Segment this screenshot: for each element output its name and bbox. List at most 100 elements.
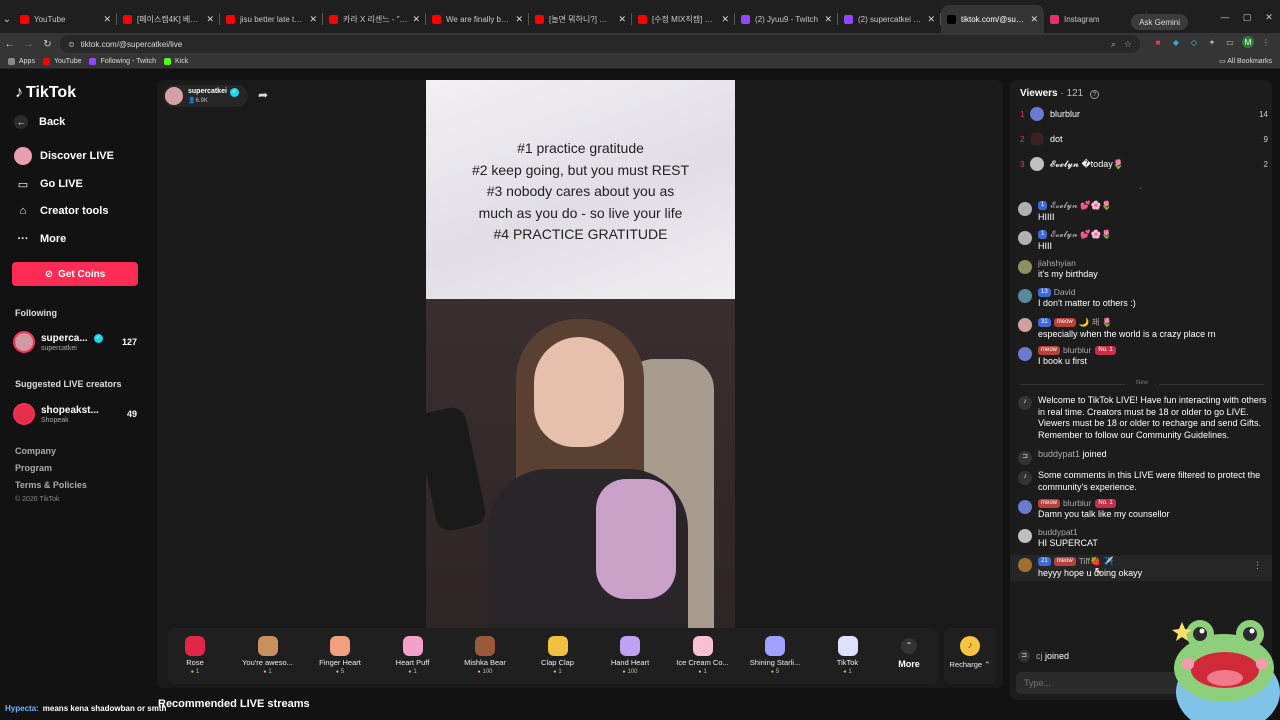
- chat-message[interactable]: 1 𝓔𝓿𝓮𝓵𝔂𝓷 💕🌸🌷 HIII: [1018, 229, 1270, 253]
- profile-avatar[interactable]: M: [1242, 36, 1254, 48]
- chat-username[interactable]: jiahshyian: [1038, 258, 1076, 268]
- chat-username[interactable]: 𝓔𝓿𝓮𝓵𝔂𝓷 💕🌸🌷: [1050, 200, 1111, 211]
- following-account[interactable]: superca... ✓ supercatkei 127: [13, 331, 137, 353]
- chat-message[interactable]: 21 meow Tiff🍓 ✈️ heyyy hope u doing okayy: [1018, 556, 1270, 580]
- footer-link-program[interactable]: Program: [15, 463, 52, 473]
- close-tab-icon[interactable]: ✕: [618, 14, 626, 25]
- browser-tab[interactable]: [페이스캠4K] 베이비몬 ✕: [117, 5, 220, 33]
- chat-message-body: meow blurblur No. 1 I book u first: [1038, 345, 1270, 368]
- bookmark-item[interactable]: Kick: [164, 58, 188, 65]
- gift-item[interactable]: TikTok 1: [813, 628, 883, 684]
- gift-icon: [475, 636, 495, 656]
- browser-tab[interactable]: jisu better late than sin ✕: [220, 5, 323, 33]
- share-icon[interactable]: ➦: [258, 88, 268, 102]
- browser-tab[interactable]: We are finally back in k ✕: [426, 5, 529, 33]
- tiktok-logo[interactable]: ♪ TikTok: [15, 84, 76, 102]
- live-video[interactable]: #1 practice gratitude #2 keep going, but …: [426, 80, 735, 628]
- forward-arrow-icon[interactable]: →: [19, 39, 38, 50]
- footer-link-company[interactable]: Company: [15, 446, 56, 456]
- top-viewer-row[interactable]: 2 dot 9: [1020, 131, 1268, 147]
- chat-input[interactable]: [1016, 672, 1190, 694]
- reload-icon[interactable]: ↻: [38, 39, 57, 50]
- help-icon[interactable]: ?: [1089, 90, 1099, 99]
- gift-item[interactable]: Shining Starli... 5: [740, 628, 810, 684]
- gift-item[interactable]: Mishka Bear 100: [450, 628, 520, 684]
- menu-dots-icon[interactable]: ⋮: [1260, 36, 1272, 48]
- chat-message[interactable]: jiahshyian it's my birthday: [1018, 258, 1270, 281]
- viewer-name: blurblur: [1050, 109, 1081, 119]
- close-tab-icon[interactable]: ✕: [824, 14, 832, 25]
- host-info[interactable]: supercatkei ✓ 👤6.9K: [163, 85, 248, 107]
- gift-item[interactable]: Clap Clap 1: [523, 628, 593, 684]
- maximize-icon[interactable]: ▢: [1236, 12, 1258, 23]
- bookmark-item[interactable]: Following - Twitch: [89, 58, 156, 65]
- chat-username[interactable]: blurblur: [1063, 345, 1091, 355]
- chat-message[interactable]: meow blurblur No. 1 Damn you talk like my c…: [1018, 498, 1270, 521]
- close-tab-icon[interactable]: ✕: [721, 14, 729, 25]
- nav-go-live[interactable]: ▭ Go LIVE: [14, 175, 83, 193]
- gift-item[interactable]: Finger Heart 5: [305, 628, 375, 684]
- zoom-icon[interactable]: ⌕: [1111, 39, 1116, 50]
- close-tab-icon[interactable]: ✕: [1030, 14, 1038, 25]
- avatar: [1018, 529, 1032, 543]
- gift-item[interactable]: Rose 1: [160, 628, 230, 684]
- chat-message[interactable]: buddypat1 HI SUPERCAT: [1018, 527, 1270, 550]
- close-tab-icon[interactable]: ✕: [927, 14, 935, 25]
- top-viewer-row[interactable]: 1 blurblur 14: [1020, 106, 1268, 122]
- gift-item[interactable]: You're aweso... 1: [233, 628, 303, 684]
- recharge-button[interactable]: ♪ Recharge ⌃: [944, 628, 996, 684]
- browser-tab[interactable]: [수정 MIX직캠] RESCEN ✕: [632, 5, 735, 33]
- back-arrow-icon[interactable]: ←: [0, 39, 19, 50]
- message-more-icon[interactable]: ⋮: [1253, 560, 1262, 571]
- close-tab-icon[interactable]: ✕: [412, 14, 420, 25]
- nav-more[interactable]: ··· More: [14, 230, 67, 248]
- close-tab-icon[interactable]: ✕: [515, 14, 523, 25]
- chevron-down-icon[interactable]: ⌄: [1138, 184, 1143, 191]
- close-window-icon[interactable]: ✕: [1258, 12, 1280, 23]
- top-viewer-row[interactable]: 3 𝓔𝓿𝓮𝓵𝔂𝓷 �today🌷 2: [1020, 156, 1268, 172]
- ask-gemini-button[interactable]: Ask Gemini: [1131, 14, 1188, 30]
- browser-tab[interactable]: [놀면 뭐하니?] 옛썬쳐 ✕: [529, 5, 632, 33]
- chat-message[interactable]: 13 David I don't matter to others :): [1018, 287, 1270, 310]
- gift-item[interactable]: Ice Cream Co... 1: [668, 628, 738, 684]
- site-info-icon[interactable]: ⊜: [68, 40, 75, 49]
- close-tab-icon[interactable]: ✕: [103, 14, 111, 25]
- all-bookmarks-button[interactable]: ▭ All Bookmarks: [1219, 57, 1272, 65]
- footer-link-terms[interactable]: Terms & Policies: [15, 480, 87, 490]
- extension-icon[interactable]: ■: [1152, 36, 1164, 48]
- browser-tab[interactable]: 카라 X 리센느 - "Pretty ✕: [323, 5, 426, 33]
- puzzle-icon[interactable]: ✦: [1206, 36, 1218, 48]
- browser-tab[interactable]: YouTube ✕: [14, 5, 117, 33]
- chat-message[interactable]: 31 meow 🌙 쵀 🌷 especially when the world is …: [1018, 316, 1270, 341]
- chat-username[interactable]: blurblur: [1063, 498, 1091, 508]
- close-tab-icon[interactable]: ✕: [309, 14, 317, 25]
- star-icon[interactable]: ☆: [1124, 39, 1132, 50]
- chat-message[interactable]: 1 𝓔𝓿𝓮𝓵𝔂𝓷 💕🌸🌷 HIIII: [1018, 200, 1270, 224]
- gift-item[interactable]: Heart Puff 1: [378, 628, 448, 684]
- gift-item[interactable]: Hand Heart 100: [595, 628, 665, 684]
- get-coins-button[interactable]: ⊘ Get Coins: [12, 262, 138, 286]
- browser-tab[interactable]: tiktok.com/@super ✕: [941, 5, 1044, 33]
- chat-message[interactable]: meow blurblur No. 1 I book u first: [1018, 345, 1270, 368]
- browser-tab[interactable]: (2) Jyuu9 - Twitch ✕: [735, 5, 838, 33]
- chat-username[interactable]: 🌙 쵀 🌷: [1079, 316, 1113, 328]
- chat-username[interactable]: 𝓔𝓿𝓮𝓵𝔂𝓷 💕🌸🌷: [1050, 229, 1111, 240]
- tab-search-icon[interactable]: ⌄: [0, 14, 14, 25]
- extension-icon[interactable]: ◇: [1188, 36, 1200, 48]
- back-button[interactable]: ← Back: [14, 115, 65, 129]
- nav-discover-live[interactable]: Discover LIVE: [14, 147, 114, 165]
- nav-creator-tools[interactable]: ⌂ Creator tools: [14, 202, 109, 220]
- gifts-more-button[interactable]: ⌃ More: [890, 628, 928, 684]
- chat-username[interactable]: buddypat1: [1038, 527, 1078, 537]
- minimize-icon[interactable]: —: [1214, 12, 1236, 23]
- chat-username[interactable]: David: [1054, 287, 1076, 297]
- bookmark-item[interactable]: YouTube: [42, 58, 81, 65]
- extension-icon[interactable]: ◆: [1170, 36, 1182, 48]
- browser-tab[interactable]: (2) supercatkei - Twitch ✕: [838, 5, 941, 33]
- address-bar[interactable]: ⊜ tiktok.com/@supercatkei/live ⌕ ☆: [60, 35, 1140, 53]
- level-badge: 31: [1038, 317, 1051, 327]
- bookmark-item[interactable]: Apps: [8, 58, 35, 65]
- close-tab-icon[interactable]: ✕: [206, 14, 214, 25]
- suggested-account[interactable]: shopeakst... Shopeak 49: [13, 403, 137, 425]
- sidebar-icon[interactable]: ▭: [1224, 36, 1236, 48]
